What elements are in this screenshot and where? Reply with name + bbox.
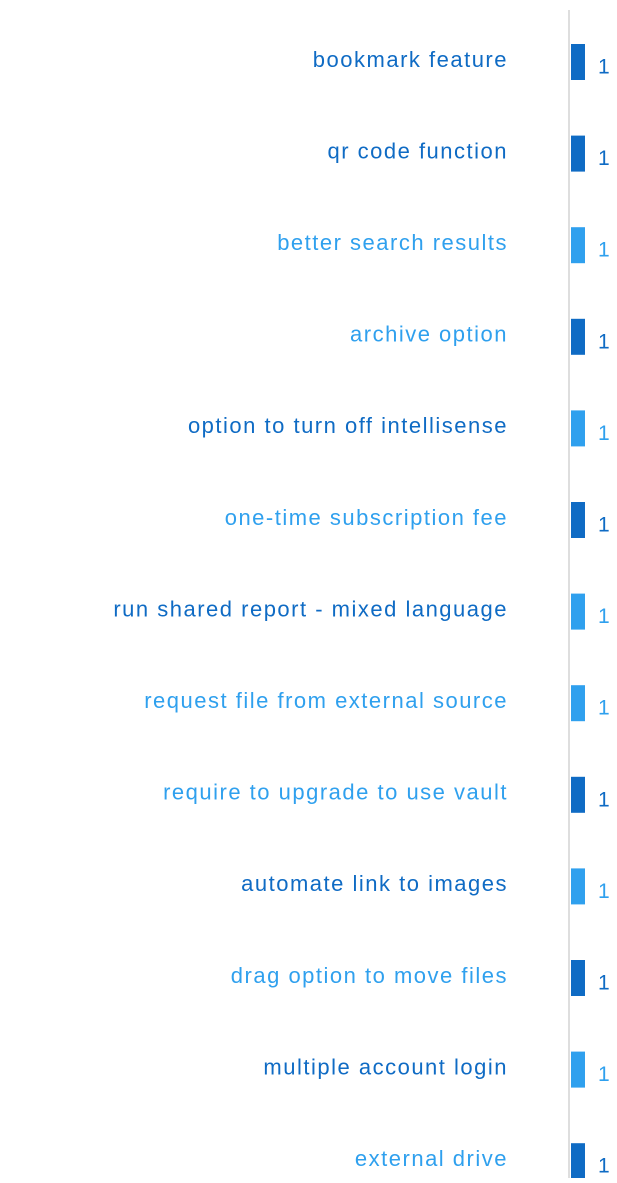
category-label: external drive [355,1146,508,1171]
bar-row: request file from external source 1 [144,685,610,722]
category-label: multiple account login [263,1054,508,1079]
bar [571,776,585,813]
bar [571,502,585,538]
bar-row: multiple account login 1 [263,1051,610,1088]
value-label: 1 [598,972,610,995]
value-label: 1 [598,1155,610,1178]
bar [571,318,585,355]
chart: bookmark feature 1 qr code function 1 better… [0,0,617,1180]
bar-row: require to upgrade to use vault 1 [163,776,610,813]
bar-row: bookmark feature 1 [313,44,610,80]
value-label: 1 [598,56,610,79]
bar [571,1143,585,1180]
category-label: one-time subscription fee [225,505,508,530]
bar [571,44,585,80]
category-label: automate link to images [241,871,508,896]
bar-row: archive option 1 [350,318,610,355]
bar [571,1051,585,1088]
value-label: 1 [598,697,610,720]
bar [571,410,585,447]
bar-row: run shared report - mixed language 1 [113,593,610,630]
bar [571,593,585,630]
bar-row: external drive 1 [355,1143,610,1180]
category-label: better search results [277,230,508,255]
bar-row: qr code function 1 [327,135,610,172]
category-label: archive option [350,322,508,347]
bar-row: one-time subscription fee 1 [225,502,610,538]
bar-row: automate link to images 1 [241,868,610,905]
bar [571,685,585,722]
value-label: 1 [598,239,610,262]
value-label: 1 [598,147,610,170]
value-label: 1 [598,880,610,903]
bar-row: better search results 1 [277,227,610,264]
category-label: request file from external source [144,688,508,713]
value-label: 1 [598,514,610,537]
bar [571,135,585,172]
category-label: bookmark feature [313,47,508,72]
value-label: 1 [598,605,610,628]
bar-row: drag option to move files 1 [231,960,610,996]
value-label: 1 [598,330,610,353]
category-label: option to turn off intellisense [188,413,508,438]
value-label: 1 [598,788,610,811]
category-label: drag option to move files [231,963,508,988]
category-label: require to upgrade to use vault [163,780,508,805]
bar-row: option to turn off intellisense 1 [188,410,610,447]
value-label: 1 [598,422,610,445]
horizontal-bar-chart: bookmark feature 1qr code function 1better… [113,10,610,1180]
bar [571,227,585,264]
category-label: run shared report - mixed language [113,596,508,621]
category-label: qr code function [327,138,508,163]
bar [571,868,585,905]
value-label: 1 [598,1063,610,1086]
bar [571,960,585,996]
